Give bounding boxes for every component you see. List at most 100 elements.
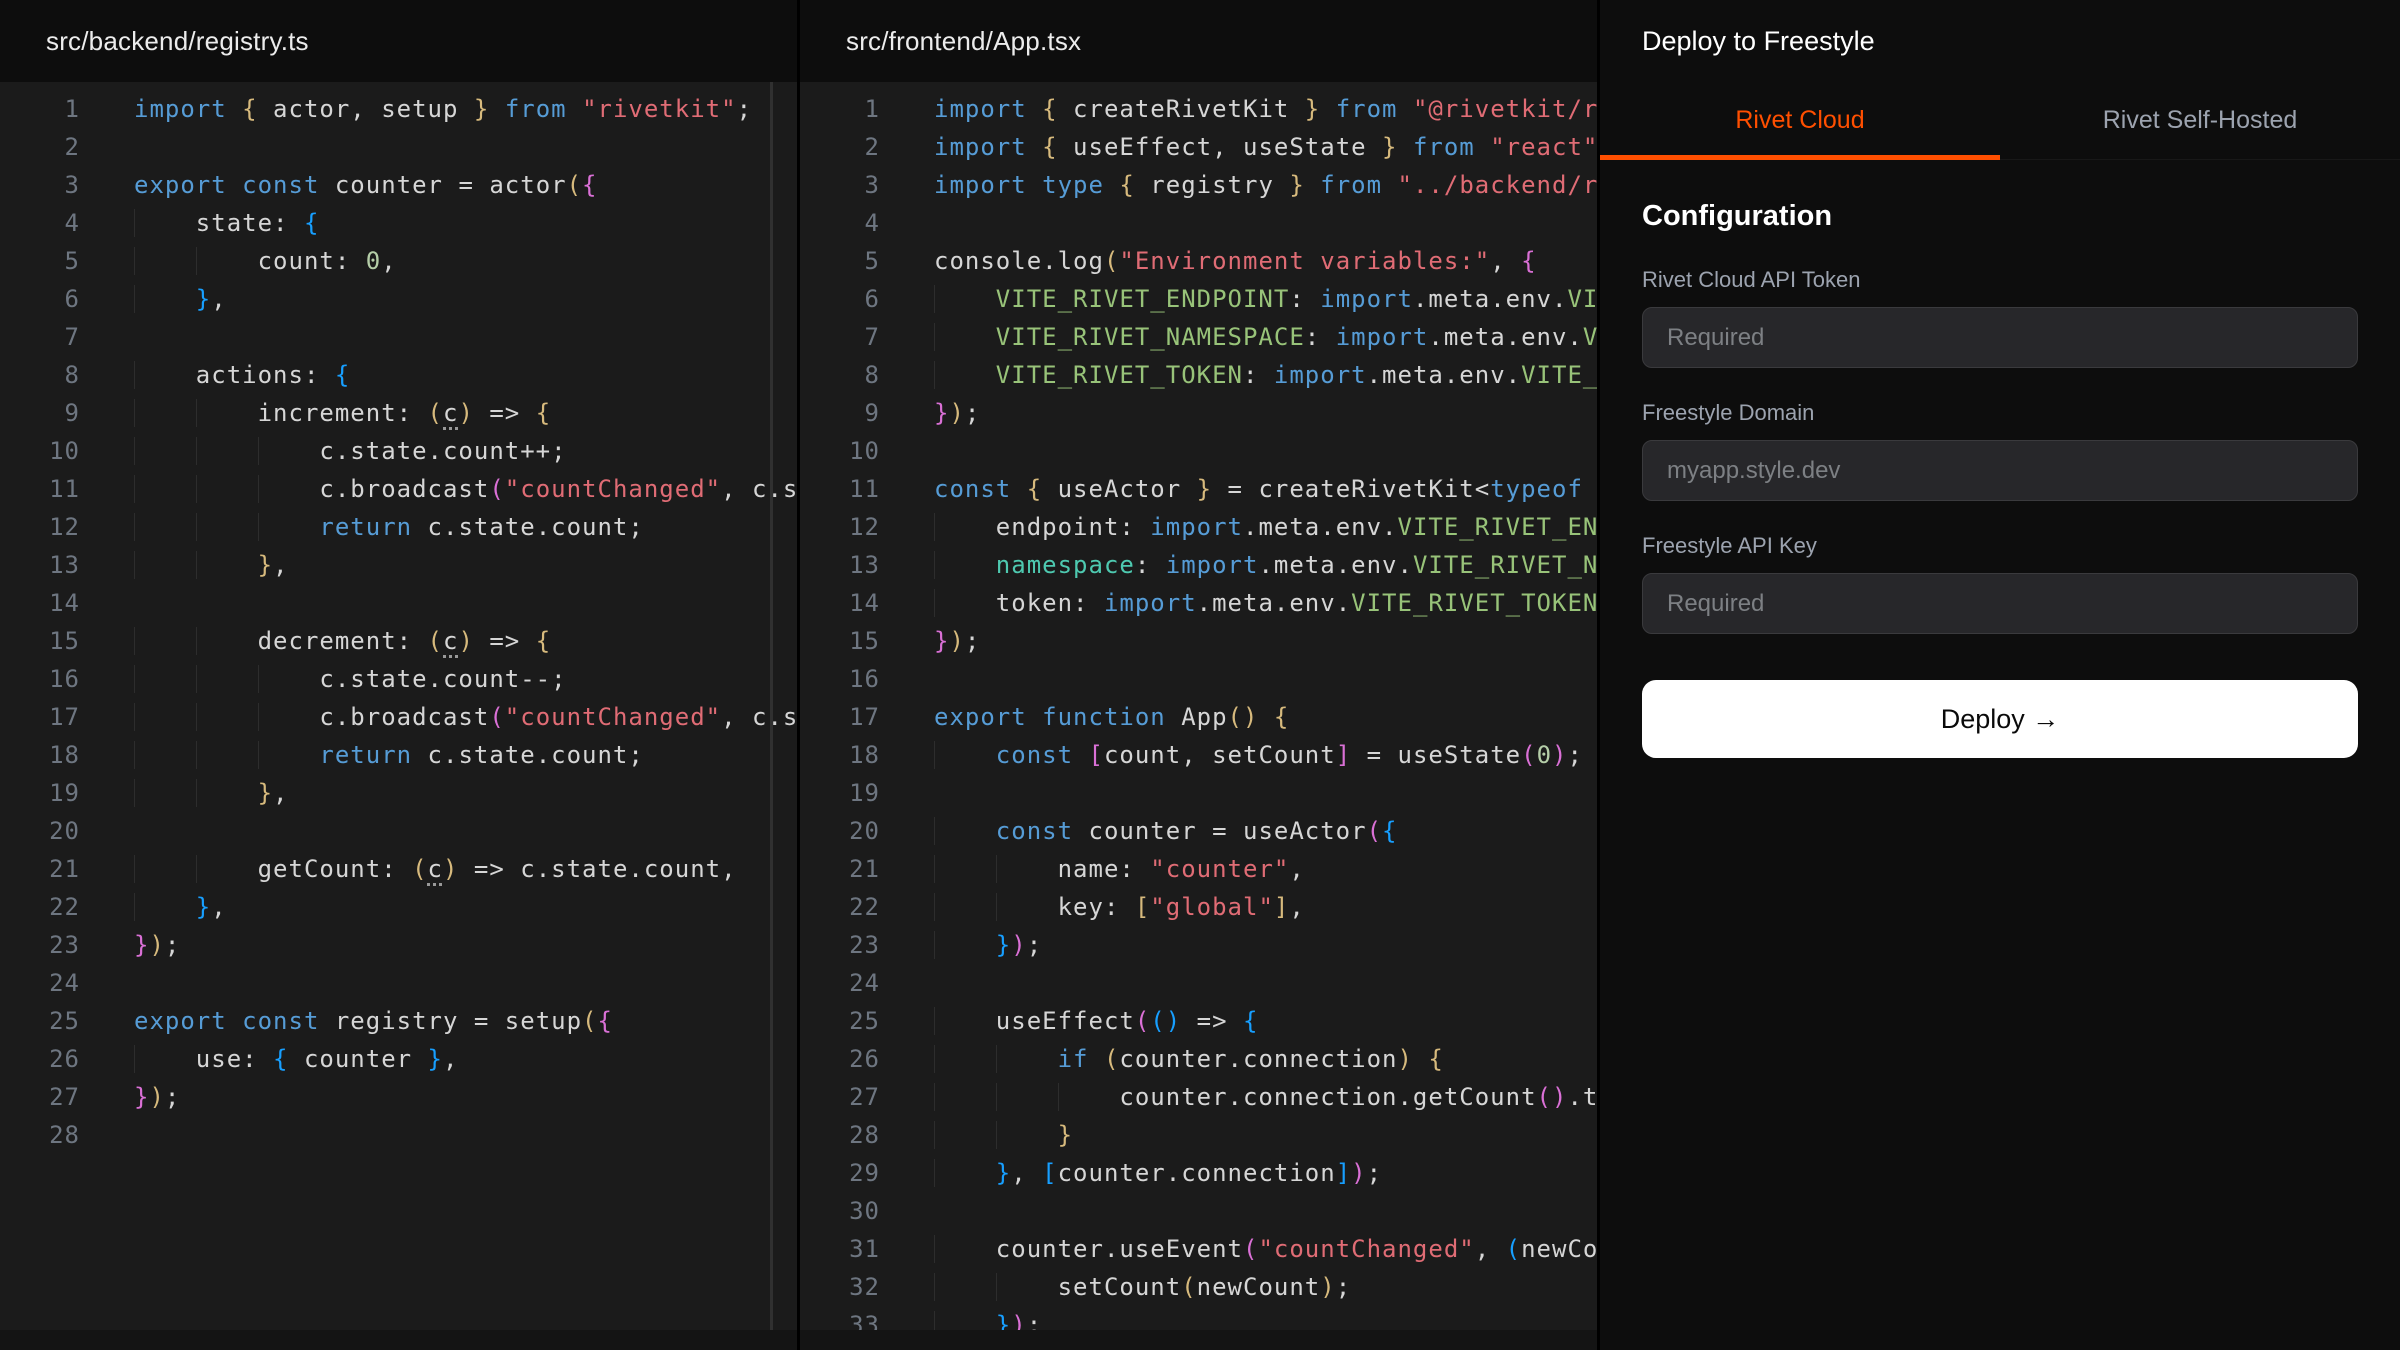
code-line[interactable]: 15 decrement: (c) => { bbox=[0, 622, 797, 660]
code-line[interactable]: 3import type { registry } from "../backe… bbox=[800, 166, 1597, 204]
code-line[interactable]: 2import { useEffect, useState } from "re… bbox=[800, 128, 1597, 166]
code-line[interactable]: 4 state: { bbox=[0, 204, 797, 242]
code-line[interactable]: 8 VITE_RIVET_TOKEN: import.meta.env.VITE… bbox=[800, 356, 1597, 394]
code-line[interactable]: 11 const { useActor } = createRivetKit<ty… bbox=[800, 470, 1597, 508]
code-line[interactable]: 19 }, bbox=[0, 774, 797, 812]
code-line[interactable]: 16 bbox=[800, 660, 1597, 698]
code-line[interactable]: 25 useEffect(() => { bbox=[800, 1002, 1597, 1040]
freestyle-api-key-input[interactable] bbox=[1642, 573, 2358, 634]
line-number: 6 bbox=[800, 280, 880, 318]
code-line[interactable]: 17export function App() { bbox=[800, 698, 1597, 736]
code-line[interactable]: 1import { createRivetKit } from "@rivetk… bbox=[800, 90, 1597, 128]
code-line[interactable]: 31 counter.useEvent("countChanged", (new… bbox=[800, 1230, 1597, 1268]
code-line[interactable]: 13 }, bbox=[0, 546, 797, 584]
code-line[interactable]: 23 }); bbox=[800, 926, 1597, 964]
code-line[interactable]: 18 return c.state.count; bbox=[0, 736, 797, 774]
code-line[interactable]: 14 token: import.meta.env.VITE_RIVET_TOK… bbox=[800, 584, 1597, 622]
code-line[interactable]: 10 bbox=[800, 432, 1597, 470]
code-line[interactable]: 20 bbox=[0, 812, 797, 850]
rivet-cloud-api-token-input[interactable] bbox=[1642, 307, 2358, 368]
code-line[interactable]: 16 c.state.count--; bbox=[0, 660, 797, 698]
vertical-scrollbar[interactable] bbox=[770, 82, 773, 1350]
code-line[interactable]: 7 VITE_RIVET_NAMESPACE: import.meta.env.… bbox=[800, 318, 1597, 356]
line-number: 11 bbox=[800, 470, 880, 508]
code-line[interactable]: 11 c.broadcast("countChanged", c.state.c… bbox=[0, 470, 797, 508]
code-line[interactable]: 24 bbox=[0, 964, 797, 1002]
code-line[interactable]: 6 }, bbox=[0, 280, 797, 318]
code-line[interactable]: 8 actions: { bbox=[0, 356, 797, 394]
code-line[interactable]: 29 }, [counter.connection]); bbox=[800, 1154, 1597, 1192]
code-area-backend[interactable]: 1import { actor, setup } from "rivetkit"… bbox=[0, 82, 797, 1350]
deploy-button[interactable]: Deploy → bbox=[1642, 680, 2358, 758]
code-line[interactable]: 5 count: 0, bbox=[0, 242, 797, 280]
line-number: 27 bbox=[0, 1078, 80, 1116]
code-line[interactable]: 19 bbox=[800, 774, 1597, 812]
code-text: import { createRivetKit } from "@rivetki… bbox=[934, 90, 1597, 128]
code-line[interactable]: 32 setCount(newCount); bbox=[800, 1268, 1597, 1306]
horizontal-scrollbar-track[interactable] bbox=[800, 1330, 1597, 1350]
filename-backend: src/backend/registry.ts bbox=[46, 26, 309, 57]
code-line[interactable]: 25export const registry = setup({ bbox=[0, 1002, 797, 1040]
horizontal-scrollbar-track[interactable] bbox=[0, 1330, 797, 1350]
code-line[interactable]: 21 name: "counter", bbox=[800, 850, 1597, 888]
tab-rivet-self-hosted[interactable]: Rivet Self-Hosted bbox=[2000, 82, 2400, 159]
code-line[interactable]: 18 const [count, setCount] = useState(0)… bbox=[800, 736, 1597, 774]
code-line[interactable]: 14 bbox=[0, 584, 797, 622]
line-number: 16 bbox=[0, 660, 80, 698]
code-line[interactable]: 26 if (counter.connection) { bbox=[800, 1040, 1597, 1078]
code-text: VITE_RIVET_TOKEN: import.meta.env.VITE_R… bbox=[934, 356, 1597, 394]
line-number: 11 bbox=[0, 470, 80, 508]
code-line[interactable]: 12 endpoint: import.meta.env.VITE_RIVET_… bbox=[800, 508, 1597, 546]
code-line[interactable]: 1import { actor, setup } from "rivetkit"… bbox=[0, 90, 797, 128]
code-line[interactable]: 2 bbox=[0, 128, 797, 166]
line-number: 10 bbox=[0, 432, 80, 470]
code-line[interactable]: 23}); bbox=[0, 926, 797, 964]
code-line[interactable]: 27 counter.connection.getCount().then(se… bbox=[800, 1078, 1597, 1116]
code-text: increment: (c) => { bbox=[134, 394, 551, 432]
line-number: 28 bbox=[0, 1116, 80, 1154]
code-text: console.log("Environment variables:", { bbox=[934, 242, 1537, 280]
code-line[interactable]: 4 bbox=[800, 204, 1597, 242]
code-text: getCount: (c) => c.state.count, bbox=[134, 850, 737, 888]
code-text: }, bbox=[134, 546, 289, 584]
tab-rivet-cloud[interactable]: Rivet Cloud bbox=[1600, 82, 2000, 159]
code-line[interactable]: 21 getCount: (c) => c.state.count, bbox=[0, 850, 797, 888]
field-freestyle-api-key: Freestyle API Key bbox=[1642, 533, 2358, 634]
code-line[interactable]: 26 use: { counter }, bbox=[0, 1040, 797, 1078]
code-line[interactable]: 24 bbox=[800, 964, 1597, 1002]
code-line[interactable]: 9 increment: (c) => { bbox=[0, 394, 797, 432]
code-line[interactable]: 12 return c.state.count; bbox=[0, 508, 797, 546]
line-number: 22 bbox=[0, 888, 80, 926]
freestyle-api-key-label: Freestyle API Key bbox=[1642, 533, 2358, 559]
code-area-frontend[interactable]: 1import { createRivetKit } from "@rivetk… bbox=[800, 82, 1597, 1350]
code-line[interactable]: 7 bbox=[0, 318, 797, 356]
line-number: 4 bbox=[0, 204, 80, 242]
code-line[interactable]: 20 const counter = useActor({ bbox=[800, 812, 1597, 850]
code-text: export const registry = setup({ bbox=[134, 1002, 613, 1040]
code-line[interactable]: 9}); bbox=[800, 394, 1597, 432]
code-line[interactable]: 13 namespace: import.meta.env.VITE_RIVET… bbox=[800, 546, 1597, 584]
code-line[interactable]: 15}); bbox=[800, 622, 1597, 660]
line-number: 13 bbox=[800, 546, 880, 584]
code-text: const { useActor } = createRivetKit<type… bbox=[934, 470, 1597, 508]
code-text: }); bbox=[934, 622, 980, 660]
code-text: import type { registry } from "../backen… bbox=[934, 166, 1597, 204]
code-line[interactable]: 22 key: ["global"], bbox=[800, 888, 1597, 926]
line-number: 20 bbox=[0, 812, 80, 850]
code-line[interactable]: 22 }, bbox=[0, 888, 797, 926]
code-line[interactable]: 27}); bbox=[0, 1078, 797, 1116]
code-line[interactable]: 17 c.broadcast("countChanged", c.state.c… bbox=[0, 698, 797, 736]
freestyle-domain-input[interactable] bbox=[1642, 440, 2358, 501]
code-text: import { actor, setup } from "rivetkit"; bbox=[134, 90, 752, 128]
code-line[interactable]: 30 bbox=[800, 1192, 1597, 1230]
line-number: 10 bbox=[800, 432, 880, 470]
line-number: 9 bbox=[0, 394, 80, 432]
code-line[interactable]: 3export const counter = actor({ bbox=[0, 166, 797, 204]
code-line[interactable]: 5console.log("Environment variables:", { bbox=[800, 242, 1597, 280]
code-line[interactable]: 6 VITE_RIVET_ENDPOINT: import.meta.env.V… bbox=[800, 280, 1597, 318]
code-line[interactable]: 28 bbox=[0, 1116, 797, 1154]
code-line[interactable]: 28 } bbox=[800, 1116, 1597, 1154]
line-number: 15 bbox=[800, 622, 880, 660]
code-line[interactable]: 10 c.state.count++; bbox=[0, 432, 797, 470]
code-text: return c.state.count; bbox=[134, 508, 644, 546]
